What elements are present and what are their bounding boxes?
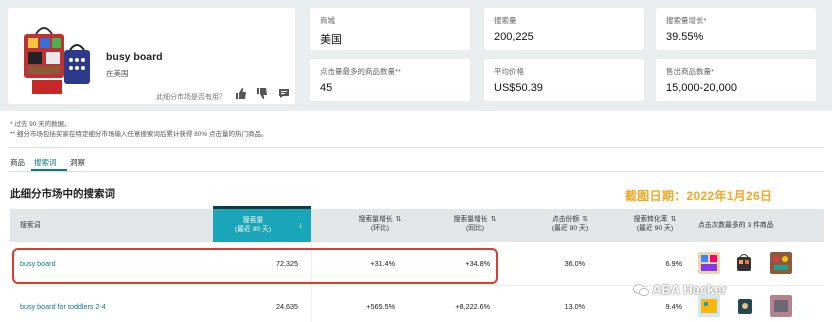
product-thumbnail[interactable] — [698, 295, 720, 317]
metric-label: 搜索量 — [494, 16, 517, 25]
cell-volume: 24,635 — [276, 302, 298, 311]
metric-value: 15,000-20,000 — [666, 82, 737, 94]
tab-search-terms[interactable]: 搜索词 — [34, 157, 57, 168]
divider — [8, 171, 824, 172]
product-title: busy board — [106, 51, 163, 63]
sort-icon: ⇅ — [670, 216, 677, 223]
col-header-conversion[interactable]: 搜索转化率 ⇅ (最近 90 天) — [615, 215, 695, 233]
metric-value: US$50.39 — [494, 82, 543, 94]
metric-label: 商城 — [320, 16, 335, 25]
table-header: 搜索词 搜索量 (最近 90 天) ↓ 搜索量增长 ⇅ (环比) 搜索量增长 ⇅ (同比)… — [10, 206, 824, 242]
product-thumbnail[interactable] — [734, 295, 756, 317]
metric-value: 39.55% — [666, 31, 704, 43]
product-thumbnail[interactable] — [770, 252, 792, 274]
product-card: busy board 在美国 此细分市场是否有用？ — [8, 8, 295, 104]
col-header-top-clicked: 点击次数最多的 3 件商品 — [698, 222, 774, 229]
metric-label: 点击量最多的商品数量** — [320, 67, 401, 76]
col-header-label: 搜索量 — [242, 217, 264, 224]
cell-growth-90: +565.5% — [366, 302, 395, 311]
screenshot-date: 截图日期：2022年1月26日 — [625, 189, 773, 203]
metric-label: 售出商品数量* — [666, 67, 714, 76]
col-header-sub: (最近 90 天) — [636, 225, 674, 232]
cell-growth-yoy: +8,222.6% — [455, 302, 490, 311]
product-thumbnail[interactable] — [698, 252, 720, 274]
highlight-annotation — [12, 248, 498, 284]
col-header-term[interactable]: 搜索词 — [20, 221, 40, 230]
cell-conversion: 6.9% — [665, 259, 682, 268]
cell-click-share: 36.0% — [564, 259, 585, 268]
col-header-sub: (同比) — [465, 225, 485, 232]
divider — [8, 147, 824, 148]
cell-click-share: 13.0% — [564, 302, 585, 311]
metric-label: 搜索量增长* — [666, 16, 707, 25]
sort-icon: ⇅ — [490, 216, 497, 223]
watermark: ABA Hacker — [652, 282, 727, 297]
sort-icon: ⇅ — [582, 216, 589, 223]
col-header-sub: (最近 90 天) — [234, 226, 272, 233]
tab-products[interactable]: 商品 — [10, 157, 25, 168]
col-header-label: 点击份额 — [551, 216, 580, 223]
metric-value: 美国 — [320, 34, 342, 46]
col-header-sub: (环比) — [370, 225, 390, 232]
product-image — [24, 27, 90, 94]
col-header-label: 搜索转化率 — [633, 216, 668, 223]
sort-desc-icon: ↓ — [298, 220, 304, 230]
col-header-growth-yoy[interactable]: 搜索量增长 ⇅ (同比) — [435, 215, 515, 233]
col-header-label: 搜索量增长 — [358, 216, 393, 223]
comment-icon[interactable] — [277, 88, 291, 100]
col-header-label: 搜索量增长 — [453, 216, 488, 223]
metric-units-sold: 售出商品数量* 15,000-20,000 — [656, 59, 816, 101]
metric-label: 平均价格 — [494, 67, 524, 76]
metric-value: 45 — [320, 82, 333, 94]
tab-insights[interactable]: 洞察 — [70, 157, 85, 168]
col-header-volume[interactable]: 搜索量 (最近 90 天) ↓ — [213, 206, 311, 242]
product-thumbnail[interactable] — [734, 252, 756, 274]
footnote: ** 细分市场包括买家在特定细分市场输入任意搜索词后累计获得 80% 点击量的热… — [10, 131, 268, 138]
product-market: 在美国 — [106, 69, 129, 78]
product-thumbnail[interactable] — [770, 295, 792, 317]
thumbs-down-icon[interactable] — [255, 88, 269, 100]
search-term-link[interactable]: busy board for toddlers 2-4 — [20, 302, 106, 311]
metric-search-volume: 搜索量 200,225 — [484, 8, 644, 50]
metric-marketplace: 商城 美国 — [310, 8, 470, 50]
thumbs-up-icon[interactable] — [234, 88, 248, 100]
col-header-sub: (最近 90 天) — [551, 225, 589, 232]
section-title: 此细分市场中的搜索词 — [10, 188, 115, 200]
col-header-click-share[interactable]: 点击份额 ⇅ (最近 90 天) — [530, 215, 610, 233]
col-header-growth-90[interactable]: 搜索量增长 ⇅ (环比) — [340, 215, 420, 233]
column-separator — [311, 287, 312, 322]
metric-most-clicked-count: 点击量最多的商品数量** 45 — [310, 59, 470, 101]
footnote: * 过去 90 天的数据。 — [10, 121, 71, 128]
cell-conversion: 9.4% — [665, 302, 682, 311]
help-question: 此细分市场是否有用？ — [156, 94, 226, 101]
wechat-icon — [633, 284, 649, 297]
metric-avg-price: 平均价格 US$50.39 — [484, 59, 644, 101]
sort-icon: ⇅ — [395, 216, 402, 223]
metric-volume-growth: 搜索量增长* 39.55% — [656, 8, 816, 50]
metric-value: 200,225 — [494, 31, 534, 43]
